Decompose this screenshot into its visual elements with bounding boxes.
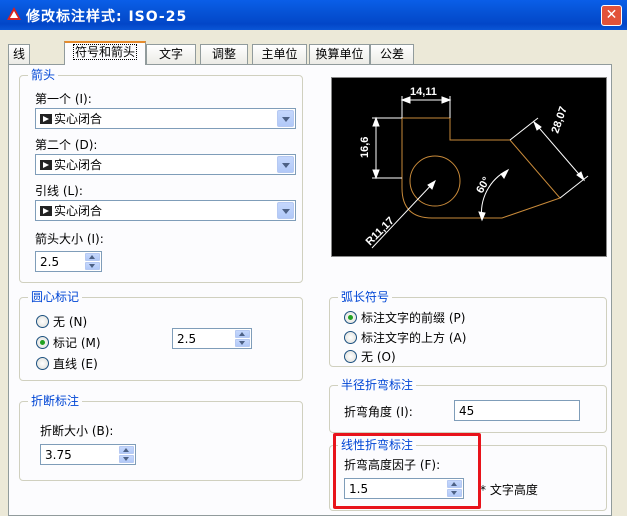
arrowheads-group: 箭头 第一个 (I): 实心闭合 第二个 (D): 实心闭合 引线 (L): 实… [19, 68, 303, 283]
tab-tolerances[interactable]: 公差 [370, 44, 414, 64]
chevron-down-icon[interactable] [277, 156, 294, 173]
title-bar: 修改标注样式: ISO-25 ✕ [0, 0, 627, 30]
tab-text[interactable]: 文字 [146, 44, 196, 64]
text-height-suffix: * 文字高度 [480, 483, 538, 497]
radio-circle-selected [344, 311, 357, 324]
spin-up-icon[interactable] [85, 253, 100, 261]
radio-circle-selected [36, 336, 49, 349]
arrow-size-label: 箭头大小 (I): [35, 232, 104, 246]
arc-above-radio[interactable]: 标注文字的上方 (A) [344, 330, 484, 346]
first-arrow-select[interactable]: 实心闭合 [35, 108, 296, 129]
dim-left: 16,6 [359, 137, 371, 158]
preview-panel: 14,11 16,6 28,07 60° R11,17 [331, 77, 607, 257]
arc-none-radio[interactable]: 无 (O) [344, 349, 424, 365]
spin-up-icon[interactable] [235, 330, 250, 338]
radio-circle [344, 350, 357, 363]
center-mark-line-radio[interactable]: 直线 (E) [36, 356, 116, 372]
jog-angle-label: 折弯角度 (I): [344, 405, 413, 419]
arrow-size-spinner[interactable]: 2.5 [35, 251, 102, 272]
dim-angle: 60° [474, 175, 493, 195]
close-icon: ✕ [605, 7, 618, 23]
arc-prefix-radio[interactable]: 标注文字的前缀 (P) [344, 310, 484, 326]
radio-circle [36, 357, 49, 370]
dimension-preview-drawing: 14,11 16,6 28,07 60° R11,17 [359, 86, 589, 249]
spin-down-icon[interactable] [235, 339, 250, 347]
arrowheads-title: 箭头 [28, 68, 59, 82]
tab-alternate-units[interactable]: 换算单位 [309, 44, 370, 64]
center-mark-mark-radio[interactable]: 标记 (M) [36, 335, 116, 351]
closed-filled-arrow-icon [40, 114, 52, 124]
radio-circle [344, 331, 357, 344]
chevron-down-icon[interactable] [277, 202, 294, 219]
dialog-window: 修改标注样式: ISO-25 ✕ 线 符号和箭头 文字 调整 主单位 换算单位 … [0, 0, 627, 516]
closed-filled-arrow-icon [40, 206, 52, 216]
radio-circle [36, 315, 49, 328]
radius-jog-group: 半径折弯标注 折弯角度 (I): 45 [329, 378, 607, 433]
dim-right: 28,07 [549, 105, 569, 135]
arc-length-title: 弧长符号 [338, 290, 393, 304]
break-size-label: 折断大小 (B): [40, 424, 114, 438]
tab-fit[interactable]: 调整 [200, 44, 248, 64]
center-marks-group: 圆心标记 无 (N) 标记 (M) 直线 (E) 2.5 [19, 290, 303, 381]
leader-arrow-label: 引线 (L): [35, 184, 83, 198]
leader-arrow-select[interactable]: 实心闭合 [35, 200, 296, 221]
close-button[interactable]: ✕ [601, 5, 622, 26]
autocad-icon [7, 7, 21, 20]
arc-length-group: 弧长符号 标注文字的前缀 (P) 标注文字的上方 (A) 无 (O) [329, 290, 607, 367]
break-size-spinner[interactable]: 3.75 [40, 444, 136, 465]
highlight-annotation-box [333, 433, 481, 509]
chevron-down-icon[interactable] [277, 110, 294, 127]
break-group: 折断标注 折断大小 (B): 3.75 [19, 394, 303, 481]
radius-jog-title: 半径折弯标注 [338, 378, 417, 392]
break-title: 折断标注 [28, 394, 83, 408]
window-title: 修改标注样式: ISO-25 [26, 9, 188, 25]
closed-filled-arrow-icon [40, 160, 52, 170]
jog-angle-input[interactable]: 45 [454, 400, 580, 421]
tab-primary-units[interactable]: 主单位 [252, 44, 307, 64]
spin-down-icon[interactable] [85, 262, 100, 270]
center-mark-size-spinner[interactable]: 2.5 [172, 328, 252, 349]
center-mark-none-radio[interactable]: 无 (N) [36, 314, 116, 330]
tab-symbols-arrows[interactable]: 符号和箭头 [64, 41, 146, 65]
second-arrow-select[interactable]: 实心闭合 [35, 154, 296, 175]
first-arrow-label: 第一个 (I): [35, 92, 92, 106]
tab-lines[interactable]: 线 [8, 44, 30, 64]
second-arrow-label: 第二个 (D): [35, 138, 98, 152]
center-marks-title: 圆心标记 [28, 290, 83, 304]
spin-up-icon[interactable] [119, 446, 134, 454]
tab-panel: 箭头 第一个 (I): 实心闭合 第二个 (D): 实心闭合 引线 (L): 实… [8, 64, 612, 516]
spin-down-icon[interactable] [119, 455, 134, 463]
dim-radius: R11,17 [364, 215, 397, 248]
dim-top: 14,11 [410, 86, 437, 98]
